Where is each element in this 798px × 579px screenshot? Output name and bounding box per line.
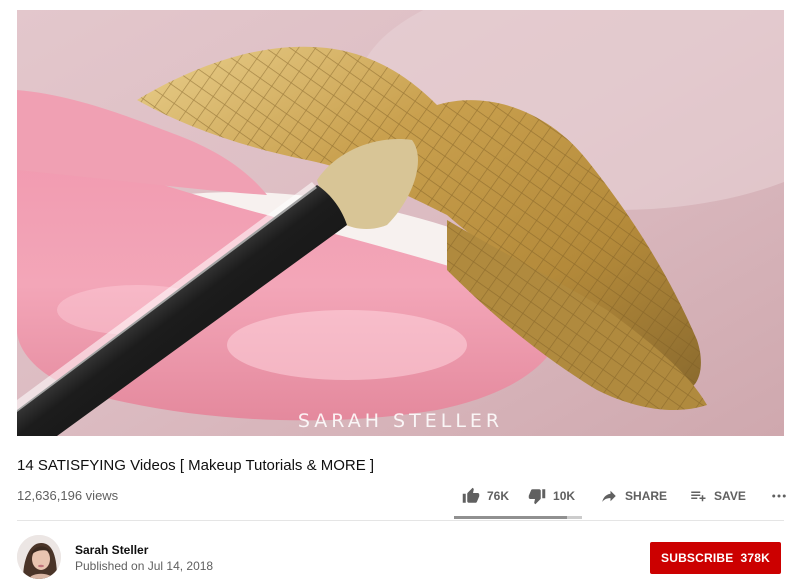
subscriber-count: 378K (740, 551, 770, 565)
like-ratio-bar (454, 516, 582, 519)
share-label: SHARE (625, 489, 668, 503)
video-actions: 76K 10K SHARE SAVE (460, 486, 788, 506)
subscribe-label: SUBSCRIBE (661, 551, 734, 565)
video-watermark: SARAH STELLER (297, 410, 504, 432)
publish-date: Published on Jul 14, 2018 (75, 559, 214, 573)
channel-avatar[interactable] (17, 535, 61, 579)
subscribe-button[interactable]: SUBSCRIBE 378K (650, 542, 781, 574)
share-arrow-icon (600, 487, 618, 505)
like-button[interactable]: 76K (462, 487, 509, 505)
playlist-add-icon (689, 487, 707, 505)
like-ratio-fill (454, 516, 567, 519)
thumbs-up-icon (462, 487, 480, 505)
video-title: 14 SATISFYING Videos [ Makeup Tutorials … (17, 457, 375, 474)
divider (17, 520, 784, 521)
more-icon (770, 487, 788, 505)
channel-name[interactable]: Sarah Steller (75, 543, 148, 557)
video-frame-image (17, 10, 784, 436)
thumbs-down-icon (528, 487, 546, 505)
save-button[interactable]: SAVE (689, 487, 746, 505)
share-button[interactable]: SHARE (600, 487, 667, 505)
like-count: 76K (487, 489, 510, 503)
more-actions-button[interactable] (770, 487, 788, 505)
dislike-count: 10K (553, 489, 576, 503)
view-count: 12,636,196 views (17, 488, 119, 503)
dislike-button[interactable]: 10K (528, 487, 575, 505)
video-player[interactable]: SARAH STELLER (17, 10, 784, 436)
avatar-image (17, 535, 61, 579)
save-label: SAVE (714, 489, 746, 503)
